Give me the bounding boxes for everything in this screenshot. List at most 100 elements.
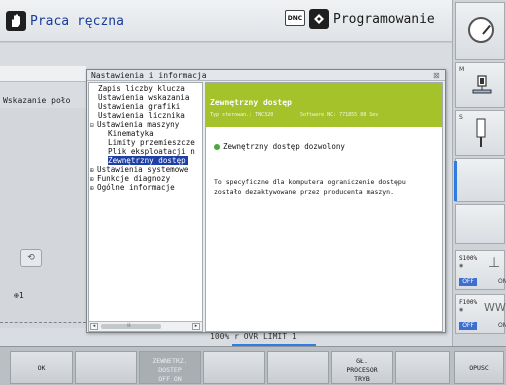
- override-status: 100% r OVR LIMIT 1: [210, 332, 297, 341]
- override-icon: ◉: [459, 307, 464, 313]
- softkey-empty[interactable]: [395, 351, 450, 384]
- main-processor-mode-button[interactable]: GŁ. PROCESOR TRYB: [331, 351, 393, 384]
- settings-dialog: Nastawienia i informacja ⊠ Zapis liczby …: [86, 69, 446, 333]
- control-type: Typ sterowan.: TNC320: [210, 112, 274, 118]
- tree-item-counter-settings[interactable]: Ustawienia licznika: [98, 111, 185, 120]
- access-status: Zewnętrzny dostęp dozwolony: [223, 142, 345, 151]
- programming-icon: [309, 9, 329, 29]
- detail-title: Zewnętrzny dostęp: [210, 98, 292, 107]
- mode-manual-label: Praca ręczna: [30, 13, 124, 29]
- feed-override-tile[interactable]: F100% ◉ WW OFF ON: [455, 294, 506, 334]
- collapse-icon[interactable]: ⊟: [90, 121, 97, 130]
- feed-off-toggle[interactable]: OFF: [459, 322, 477, 330]
- machine-table-icon: [472, 75, 492, 94]
- softkey-empty[interactable]: [203, 351, 265, 384]
- settings-tree: Zapis liczby klucza Ustawienia wskazania…: [88, 82, 203, 332]
- description-line: zostało dezaktywowane przez producenta m…: [214, 188, 395, 196]
- tree-item-diagnostics[interactable]: ⊞ Funkcje diagnozy: [90, 174, 170, 183]
- tree-item-display-settings[interactable]: Ustawienia wskazania: [98, 93, 189, 102]
- clock-hand: [482, 24, 491, 35]
- tree-item-system-settings[interactable]: ⊞ Ustawienia systemowe: [90, 165, 188, 174]
- tree-item-label: Limity przemieszcze: [108, 138, 195, 147]
- feed-wave-icon: WW: [484, 301, 506, 314]
- feed-on-toggle[interactable]: ON: [498, 322, 506, 329]
- tree-item-kinematics[interactable]: Kinematyka: [108, 129, 154, 138]
- refresh-icon[interactable]: ⟲: [20, 249, 42, 267]
- sidebar-tile-blank[interactable]: [455, 204, 505, 244]
- close-icon[interactable]: ⊠: [433, 71, 440, 80]
- axis-indicator: ⊕1: [14, 291, 24, 300]
- sidebar-tile-blank[interactable]: [454, 158, 505, 202]
- tree-item-label: Funkcje diagnozy: [97, 174, 171, 183]
- workspace-strip: [0, 66, 86, 82]
- tree-item-general-info[interactable]: ⊞ Ogólne informacje: [90, 183, 175, 192]
- softkey-empty[interactable]: [75, 351, 137, 384]
- tree-item-label: Ustawienia grafiki: [98, 102, 181, 111]
- mode-programming[interactable]: Programowanie: [309, 7, 435, 31]
- spindle-small-icon: ⊥: [488, 255, 501, 271]
- spindle-override-tile[interactable]: S100% ◉ ⊥ OFF ON: [455, 250, 506, 290]
- external-access-toggle-button[interactable]: ZEWNETRZ. DOSTEP OFF ON: [139, 351, 201, 384]
- tree-item-graphics-settings[interactable]: Ustawienia grafiki: [98, 102, 180, 111]
- tree-item-label: Ustawienia wskazania: [98, 93, 190, 102]
- tree-item-label: Ustawienia maszyny: [97, 120, 180, 129]
- tree-item-label: Ustawienia licznika: [98, 111, 185, 120]
- tree-item-key-number[interactable]: Zapis liczby klucza: [98, 84, 185, 93]
- scrollbar-grip-icon: ⁞⁞: [127, 322, 131, 329]
- spindle-off-toggle[interactable]: OFF: [459, 278, 477, 286]
- position-display-label: Wskazanie poło: [3, 96, 71, 105]
- tree-item-label: Zapis liczby klucza: [98, 84, 185, 93]
- m-function-tile[interactable]: M: [455, 62, 505, 108]
- dnc-icon[interactable]: DNC: [285, 10, 305, 26]
- tree-item-label: Ogólne informacje: [97, 183, 175, 192]
- clock-icon: [468, 17, 494, 43]
- mode-manual[interactable]: Praca ręczna: [6, 6, 124, 36]
- tree-item-external-access[interactable]: Zewnętrzny dostęp: [108, 156, 188, 165]
- tree-item-label: Plik eksploatacji n: [108, 147, 195, 156]
- scroll-left-icon[interactable]: ◂: [90, 323, 98, 330]
- ruler: [0, 322, 86, 332]
- description-line: To specyficzne dla komputera ograniczeni…: [214, 178, 406, 186]
- exit-button[interactable]: OPUSC: [454, 351, 504, 384]
- softkey-label: OK: [37, 363, 46, 372]
- expand-icon[interactable]: ⊞: [90, 184, 97, 193]
- softkey-label: PROCESOR: [346, 366, 378, 374]
- softkey-label: GŁ.: [356, 357, 368, 365]
- override-icon: ◉: [459, 263, 464, 269]
- tree-horizontal-scrollbar[interactable]: ◂ ⁞⁞ ▸: [89, 321, 202, 331]
- feed-override-label: F100%: [459, 299, 478, 306]
- right-sidebar: M S S100% ◉ ⊥ OFF ON F100% ◉ WW OFF ON: [452, 0, 506, 346]
- spindle-icon: [476, 118, 486, 147]
- softkey-label: OFF ON: [158, 375, 182, 383]
- m-label: M: [459, 66, 465, 73]
- tree-item-operation-file[interactable]: Plik eksploatacji n: [108, 147, 195, 156]
- position-display-area: [0, 108, 86, 328]
- softkey-label: ZEWNETRZ.: [152, 357, 188, 365]
- status-ok-icon: [214, 144, 220, 150]
- software-version: Software NC: 771855 08 Sev: [300, 112, 379, 118]
- spindle-on-toggle[interactable]: ON: [498, 278, 506, 285]
- tree-item-label: Zewnętrzny dostęp: [108, 156, 186, 165]
- scroll-right-icon[interactable]: ▸: [192, 323, 200, 330]
- dialog-title-bar: Nastawienia i informacja ⊠: [87, 70, 445, 81]
- active-indicator: [454, 161, 457, 201]
- detail-header: Zewnętrzny dostęp Typ sterowan.: TNC320 …: [206, 83, 442, 127]
- detail-body: Zewnętrzny dostęp dozwolony To specyficz…: [206, 127, 442, 331]
- tree-item-travel-limits[interactable]: Limity przemieszcze: [108, 138, 195, 147]
- softkey-bar: OK ZEWNETRZ. DOSTEP OFF ON GŁ. PROCESOR …: [0, 346, 506, 385]
- s-function-tile[interactable]: S: [455, 110, 505, 156]
- spindle-override-label: S100%: [459, 255, 478, 262]
- softkey-label: DOSTEP: [158, 366, 182, 374]
- softkey-label: OPUSC: [469, 363, 489, 372]
- dialog-title: Nastawienia i informacja: [91, 71, 207, 80]
- tree-item-label: Kinematyka: [108, 129, 154, 138]
- ok-button[interactable]: OK: [10, 351, 73, 384]
- clock-tile[interactable]: [455, 2, 505, 60]
- softkey-label: TRYB: [354, 375, 370, 383]
- scrollbar-thumb[interactable]: [101, 324, 161, 329]
- top-bar: Praca ręczna DNC Programowanie: [0, 0, 452, 42]
- softkey-empty[interactable]: [267, 351, 329, 384]
- s-label: S: [459, 114, 463, 121]
- tree-item-machine-settings[interactable]: ⊟ Ustawienia maszyny: [90, 120, 179, 129]
- hand-icon: [6, 11, 26, 31]
